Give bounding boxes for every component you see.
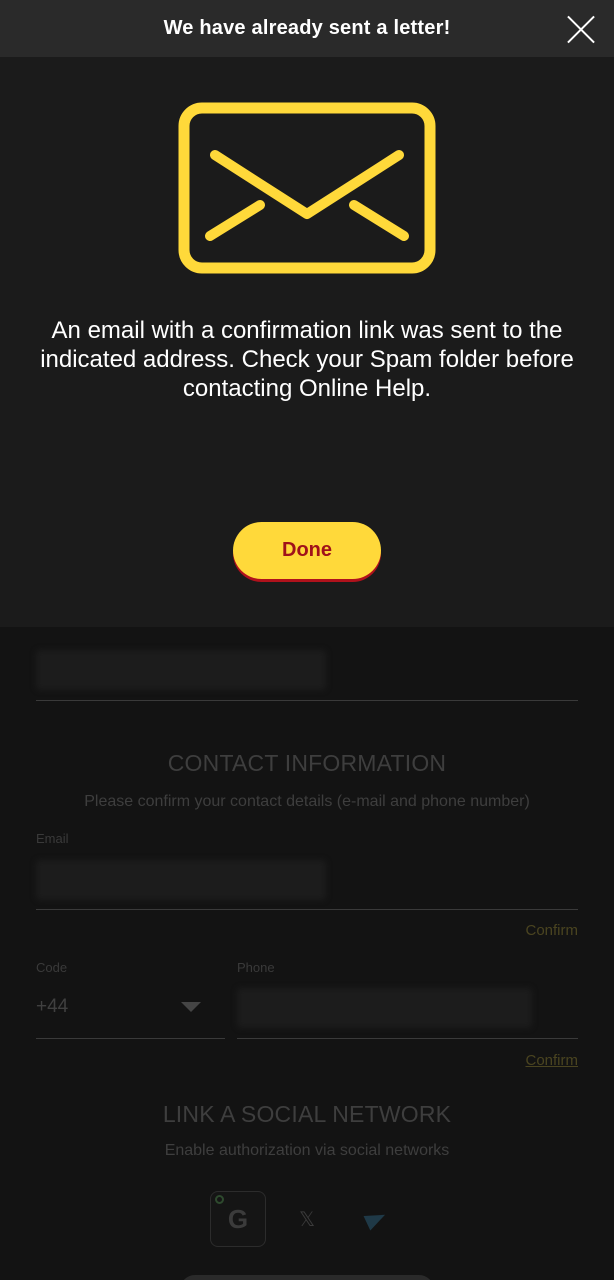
email-underline [36, 909, 578, 910]
phone-label: Phone [237, 960, 275, 975]
phone-field[interactable] [237, 988, 532, 1028]
modal-header: We have already sent a letter! [0, 0, 614, 57]
blurred-field-value [36, 650, 326, 690]
email-field[interactable] [36, 860, 326, 900]
linked-badge-icon [215, 1195, 224, 1204]
envelope-icon [178, 102, 436, 274]
email-confirm-link[interactable]: Confirm [525, 922, 578, 939]
code-underline [36, 1038, 225, 1039]
modal-title: We have already sent a letter! [163, 17, 451, 39]
telegram-button[interactable] [348, 1191, 404, 1247]
social-section-subtitle: Enable authorization via social networks [164, 1142, 450, 1159]
google-icon: G [227, 1203, 249, 1234]
letter-sent-modal: We have already sent a letter! An email … [0, 0, 614, 627]
google-button[interactable]: G [210, 1191, 266, 1247]
phone-confirm-link[interactable]: Confirm [525, 1052, 578, 1069]
x-button[interactable]: 𝕏 [279, 1191, 335, 1247]
x-icon: 𝕏 [298, 1208, 316, 1231]
phone-underline [237, 1038, 578, 1039]
email-label: Email [36, 831, 69, 846]
confirmation-message: An email with a confirmation link was se… [40, 317, 574, 402]
field-underline [36, 700, 578, 701]
code-select[interactable]: +44 [36, 996, 68, 1018]
done-button[interactable]: Done [233, 522, 381, 579]
bottom-button[interactable] [180, 1275, 434, 1280]
contact-section-subtitle: Please confirm your contact details (e-m… [84, 793, 530, 810]
contact-section-title: CONTACT INFORMATION [167, 750, 447, 776]
chevron-down-icon[interactable] [181, 1002, 201, 1012]
close-icon[interactable] [566, 14, 596, 44]
code-label: Code [36, 960, 68, 975]
telegram-icon [363, 1207, 389, 1231]
social-section-title: LINK A SOCIAL NETWORK [162, 1101, 452, 1127]
